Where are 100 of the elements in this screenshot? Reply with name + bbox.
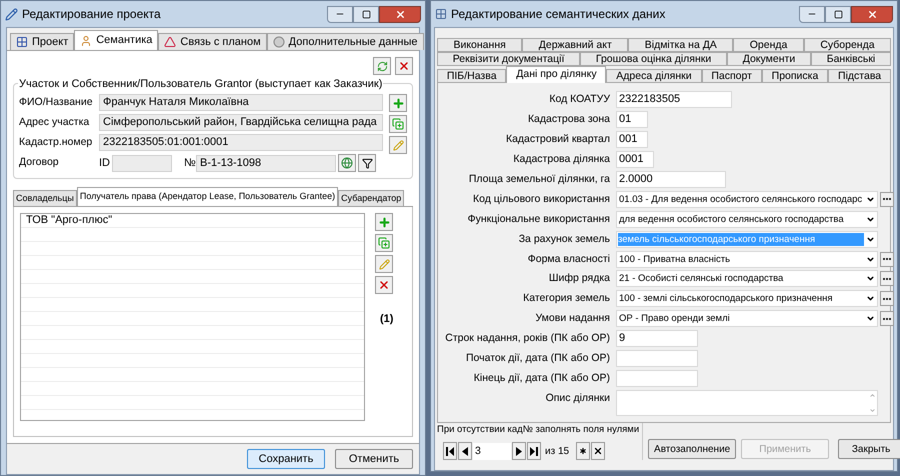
dropdown-field[interactable]: 01.03 - Для ведення особистого селянського господарс bbox=[616, 190, 878, 208]
new-record-button[interactable] bbox=[576, 442, 590, 460]
tab[interactable]: Підстава bbox=[828, 69, 891, 83]
field-label: № bbox=[184, 156, 196, 171]
scroll-up-icon bbox=[869, 392, 876, 400]
dialog-button[interactable]: Автозаполнение bbox=[648, 439, 736, 460]
input-field[interactable] bbox=[616, 350, 698, 368]
group-title: Участок и Собственник/Пользователь Grantor (выступает как Заказчик) bbox=[18, 76, 384, 92]
record-field[interactable]: 3 bbox=[473, 442, 511, 460]
filter-icon bbox=[362, 158, 372, 168]
field-label: ФИО/Название bbox=[19, 94, 94, 110]
tab[interactable]: Получатель права (Арендатор Lease, Пользователь Grantee) bbox=[76, 187, 338, 206]
input-field[interactable]: 2322183505:01:001:0001 bbox=[99, 134, 383, 151]
browse-button[interactable] bbox=[880, 252, 894, 266]
dropdown-field[interactable]: 100 - Приватна власність bbox=[616, 250, 878, 268]
maximize-icon bbox=[362, 10, 370, 18]
input-field[interactable]: 2.0000 bbox=[616, 170, 726, 188]
add-copy-button[interactable] bbox=[375, 234, 393, 252]
browse-button[interactable] bbox=[880, 311, 894, 326]
tab[interactable]: Связь с планом bbox=[158, 33, 267, 50]
add-button[interactable] bbox=[389, 94, 407, 112]
previous-record-button[interactable] bbox=[458, 442, 472, 460]
add-button[interactable] bbox=[375, 213, 393, 231]
asterisk-icon bbox=[578, 446, 588, 456]
dropdown-value: земель сільськогосподарського призначення bbox=[618, 232, 864, 246]
dialog-button[interactable]: Сохранить bbox=[247, 449, 325, 469]
field-label: Кінець дії, дата (ПК або ОР) bbox=[472, 371, 610, 386]
input-field[interactable]: В-1-13-1098 bbox=[196, 154, 336, 172]
globe-icon bbox=[341, 157, 353, 169]
tab[interactable]: Дані про ділянку bbox=[506, 66, 606, 83]
tab[interactable]: Виконання bbox=[437, 38, 522, 52]
list-item[interactable]: ТОВ "Арго-плюс" bbox=[26, 214, 112, 229]
hint-text: При отсутствии кад№ заполнять поля нулями bbox=[437, 423, 640, 437]
field-label: Кадастрова ділянка bbox=[512, 152, 610, 167]
dropdown-field[interactable]: ОР - Право оренди землі bbox=[616, 310, 878, 328]
browse-button[interactable] bbox=[880, 291, 894, 306]
close-button[interactable] bbox=[851, 6, 893, 22]
add-copy-button[interactable] bbox=[389, 115, 407, 133]
scroll-down-icon bbox=[869, 407, 876, 414]
tab[interactable]: Суборенда bbox=[804, 38, 892, 52]
tab[interactable]: Паспорт bbox=[702, 69, 762, 83]
maximize-button[interactable] bbox=[353, 6, 379, 22]
close-button[interactable] bbox=[379, 6, 421, 22]
polygon-icon bbox=[164, 36, 176, 48]
globe-button[interactable] bbox=[338, 154, 356, 172]
tab[interactable]: Банківські bbox=[810, 52, 891, 66]
tab[interactable]: Совладельцы bbox=[13, 190, 77, 206]
delete-record-button[interactable] bbox=[591, 442, 605, 460]
copy-plus-icon bbox=[392, 118, 404, 130]
dropdown-field[interactable]: 21 - Особисті селянські господарства bbox=[616, 270, 878, 288]
input-field[interactable]: Франчук Наталя Миколаївна bbox=[99, 94, 383, 111]
person-icon bbox=[80, 34, 92, 46]
delete-button[interactable] bbox=[375, 276, 393, 294]
refresh-button[interactable] bbox=[373, 57, 391, 75]
tab[interactable]: Оренда bbox=[733, 38, 804, 52]
last-record-button[interactable] bbox=[527, 442, 541, 460]
delete-button[interactable] bbox=[395, 57, 413, 75]
tab[interactable]: Прописка bbox=[762, 69, 828, 83]
input-field[interactable]: 9 bbox=[616, 330, 698, 348]
dropdown-value: ОР - Право оренди землі bbox=[618, 312, 731, 326]
input-field[interactable] bbox=[616, 370, 698, 388]
window-icon bbox=[435, 8, 447, 20]
tab[interactable]: Реквізити документації bbox=[437, 52, 580, 66]
tab[interactable]: Проект bbox=[10, 33, 74, 50]
dialog-button[interactable]: Отменить bbox=[335, 449, 413, 469]
window-title: Редактирование проекта bbox=[22, 6, 162, 23]
window-title: Редактирование семантических даних bbox=[451, 6, 666, 23]
dropdown-field[interactable]: для ведення особистого селянського господарства bbox=[616, 210, 878, 228]
tab[interactable]: Державний акт bbox=[522, 38, 628, 52]
tab[interactable]: ПІБ/Назва bbox=[437, 69, 506, 83]
dialog-button[interactable]: Закрыть bbox=[838, 439, 900, 460]
delete-icon bbox=[398, 60, 410, 72]
tab[interactable]: Дополнительные данные bbox=[266, 33, 424, 50]
browse-button[interactable] bbox=[880, 192, 894, 207]
close-icon bbox=[394, 8, 406, 20]
tab[interactable]: Відмітка на ДА bbox=[628, 38, 734, 52]
tab[interactable]: Грошова оцінка ділянки bbox=[580, 52, 727, 66]
input-field[interactable] bbox=[112, 154, 172, 172]
last-icon bbox=[530, 446, 538, 456]
input-field[interactable]: 0001 bbox=[616, 150, 654, 168]
browse-button[interactable] bbox=[880, 271, 894, 286]
input-field[interactable]: 01 bbox=[616, 110, 648, 128]
tab[interactable]: Документи bbox=[726, 52, 811, 66]
maximize-button[interactable] bbox=[825, 6, 851, 22]
tab[interactable]: Субарендатор bbox=[338, 190, 404, 206]
field-label: Функціональне використання bbox=[466, 212, 610, 227]
dropdown-value: 100 - землі сільськогосподарського призначення bbox=[618, 292, 834, 306]
tab[interactable]: Адреса ділянки bbox=[606, 69, 702, 83]
first-record-button[interactable] bbox=[443, 442, 457, 460]
field-label: Строк надання, років (ПК або ОР) bbox=[444, 331, 610, 346]
input-field[interactable]: 2322183505 bbox=[616, 91, 732, 108]
tab[interactable]: Семантика bbox=[74, 30, 158, 50]
dropdown-field[interactable]: 100 - землі сільськогосподарського призначення bbox=[616, 290, 878, 308]
field-label: Категория земель bbox=[522, 291, 610, 306]
record-count: (1) bbox=[380, 312, 394, 327]
filter-button[interactable] bbox=[358, 154, 376, 172]
field-label: Адрес участка bbox=[19, 114, 90, 130]
input-field[interactable]: 001 bbox=[616, 130, 648, 148]
input-field[interactable]: Сімферопольський район, Гвардійська селищна рада bbox=[99, 114, 383, 131]
next-record-button[interactable] bbox=[512, 442, 526, 460]
